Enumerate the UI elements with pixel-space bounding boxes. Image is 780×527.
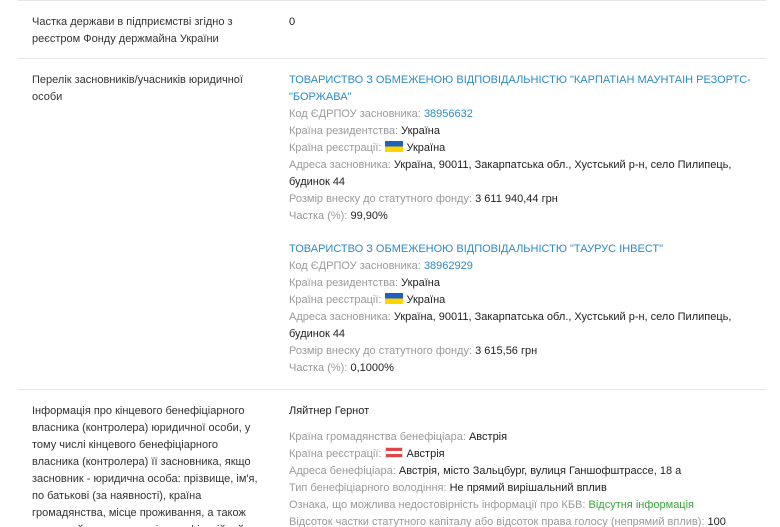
founder-share-value: 99,90% — [350, 210, 388, 222]
founder-contribution-value: 3 615,56 грн — [475, 345, 538, 357]
founder-contribution-label: Розмір внеску до статутного фонду: — [289, 345, 473, 357]
founder-registration-value: Україна — [406, 142, 446, 154]
founder-share-label: Частка (%): — [289, 362, 348, 374]
founder-contribution-label: Розмір внеску до статутного фонду: — [289, 193, 473, 205]
founder-item: ТОВАРИСТВО З ОБМЕЖЕНОЮ ВІДПОВІДАЛЬНІСТЮ … — [289, 241, 765, 377]
founder-residence-value: Україна — [401, 125, 440, 137]
row-divider — [18, 389, 766, 390]
beneficiary-percent-value: 100 — [707, 516, 726, 527]
founder-registration-label: Країна реєстрації: — [289, 294, 382, 306]
founder-item: ТОВАРИСТВО З ОБМЕЖЕНОЮ ВІДПОВІДАЛЬНІСТЮ … — [289, 72, 765, 225]
founder-registration-label: Країна реєстрації: — [289, 142, 382, 154]
beneficiary-registration-label: Країна реєстрації: — [289, 448, 382, 460]
austria-flag-icon — [384, 447, 403, 458]
founder-contribution-value: 3 611 940,44 грн — [475, 193, 558, 205]
founder-residence-value: Україна — [401, 277, 440, 289]
beneficiary-registration-value: Австрія — [406, 448, 445, 460]
founder-share-value: 0,1000% — [350, 362, 394, 374]
beneficiary-unreliability-value: Відсутня інформація — [588, 499, 695, 511]
registry-page: Частка держави в підприємстві згідно з р… — [0, 0, 780, 527]
founder-residence-label: Країна резидентства: — [289, 125, 399, 137]
founder-name-link[interactable]: ТОВАРИСТВО З ОБМЕЖЕНОЮ ВІДПОВІДАЛЬНІСТЮ … — [289, 72, 765, 106]
founder-address-label: Адреса засновника: — [289, 311, 391, 323]
founder-residence-label: Країна резидентства: — [289, 277, 399, 289]
state-share-value: 0 — [289, 16, 296, 28]
founder-registration-value: Україна — [406, 294, 446, 306]
founder-address-label: Адреса засновника: — [289, 159, 391, 171]
founders-row: Перелік засновників/учасників юридичної … — [18, 72, 766, 390]
beneficiary-info: Ляйтнер Гернот Країна громадянства бенеф… — [289, 403, 765, 527]
founder-name-link[interactable]: ТОВАРИСТВО З ОБМЕЖЕНОЮ ВІДПОВІДАЛЬНІСТЮ … — [289, 241, 765, 258]
beneficiary-ownership-type-label: Тип бенефіціарного володіння: — [289, 482, 447, 494]
beneficiary-row: Інформація про кінцевого бенефіціарного … — [18, 403, 766, 527]
ukraine-flag-icon — [384, 141, 403, 152]
founder-code-link[interactable]: 38956632 — [424, 108, 473, 120]
founders-list: ТОВАРИСТВО З ОБМЕЖЕНОЮ ВІДПОВІДАЛЬНІСТЮ … — [289, 72, 765, 377]
ukraine-flag-icon — [384, 293, 403, 304]
state-share-row: Частка держави в підприємстві згідно з р… — [18, 14, 766, 64]
beneficiary-citizenship-value: Австрія — [468, 431, 508, 443]
founder-code-label: Код ЄДРПОУ засновника: — [289, 260, 421, 272]
beneficiary-address-label: Адреса бенефіціара: — [289, 465, 396, 477]
founder-code-link[interactable]: 38962929 — [424, 260, 473, 272]
founder-code-label: Код ЄДРПОУ засновника: — [289, 108, 421, 120]
beneficiary-ownership-type-value: Не прямий вирішальний вплив — [449, 482, 607, 494]
beneficiary-unreliability-label: Ознака, що можлива недостовірність інфор… — [289, 499, 586, 511]
state-share-label: Частка держави в підприємстві згідно з р… — [32, 16, 233, 45]
top-divider — [18, 0, 766, 1]
beneficiary-address-value: Австрія, місто Зальцбург, вулиця Ганшофш… — [398, 465, 682, 477]
founder-share-label: Частка (%): — [289, 210, 348, 222]
beneficiary-citizenship-label: Країна громадянства бенефіціара: — [289, 431, 466, 443]
row-divider — [18, 58, 766, 59]
beneficiary-percent-label: Відсоток частки статутного капіталу або … — [289, 516, 705, 527]
beneficiary-label: Інформація про кінцевого бенефіціарного … — [32, 405, 258, 527]
beneficiary-name: Ляйтнер Гернот — [289, 405, 370, 417]
founders-label: Перелік засновників/учасників юридичної … — [32, 74, 243, 103]
